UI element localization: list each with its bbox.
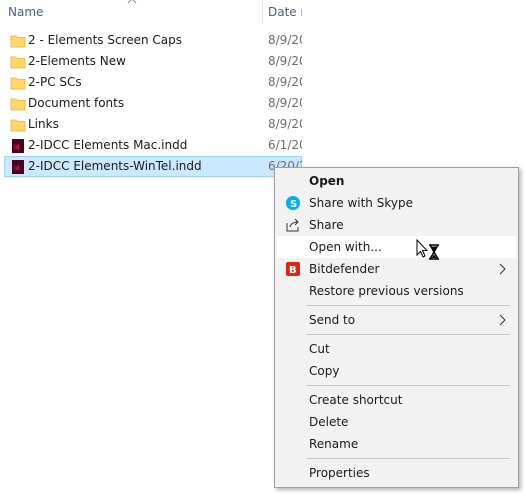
- menu-item-label: Copy: [309, 364, 340, 378]
- folder-icon: [10, 77, 26, 90]
- file-name: 2-IDCC Elements Mac.indd: [28, 138, 188, 152]
- file-date: 8/9/20: [268, 75, 302, 89]
- menu-item-properties[interactable]: Properties: [277, 462, 516, 484]
- file-row[interactable]: Document fonts 8/9/20: [4, 93, 302, 114]
- svg-text:Id: Id: [14, 144, 20, 151]
- file-row[interactable]: Id 2-IDCC Elements Mac.indd 6/1/20: [4, 135, 302, 156]
- menu-item-copy[interactable]: Copy: [277, 360, 516, 382]
- menu-separator: [307, 305, 510, 306]
- menu-item-open[interactable]: Open: [277, 170, 516, 192]
- column-date-header[interactable]: Date m: [268, 5, 302, 19]
- file-name: 2-Elements New: [28, 54, 126, 68]
- indesign-file-icon: Id: [12, 139, 24, 153]
- file-name: 2-IDCC Elements-WinTel.indd: [28, 159, 202, 173]
- menu-item-label: Open: [309, 174, 345, 188]
- menu-item-label: Open with...: [309, 240, 382, 254]
- menu-separator: [307, 334, 510, 335]
- menu-item-label: Create shortcut: [309, 393, 403, 407]
- file-row[interactable]: 2-PC SCs 8/9/20: [4, 72, 302, 93]
- file-date: 6/1/20: [268, 138, 302, 152]
- menu-item-share[interactable]: Share: [277, 214, 516, 236]
- menu-item-label: Delete: [309, 415, 349, 429]
- file-date: 8/9/20: [268, 117, 302, 131]
- menu-item-label: Bitdefender: [309, 262, 380, 276]
- file-row[interactable]: 2-Elements New 8/9/20: [4, 51, 302, 72]
- share-icon: [286, 218, 299, 232]
- menu-item-label: Restore previous versions: [309, 284, 464, 298]
- file-name: Links: [28, 117, 59, 131]
- file-name: 2-PC SCs: [28, 75, 82, 89]
- svg-text:S: S: [290, 199, 297, 210]
- menu-item-create-shortcut[interactable]: Create shortcut: [277, 389, 516, 411]
- svg-text:Id: Id: [14, 165, 20, 172]
- file-date: 8/9/20: [268, 54, 302, 68]
- file-name: 2 - Elements Screen Caps: [28, 33, 183, 47]
- column-header: Name Date m: [0, 0, 302, 24]
- menu-item-send-to[interactable]: Send to: [277, 309, 516, 331]
- menu-item-share-skype[interactable]: S Share with Skype: [277, 192, 516, 214]
- menu-item-label: Share with Skype: [309, 196, 413, 210]
- folder-icon: [10, 119, 26, 132]
- file-row[interactable]: 2 - Elements Screen Caps 8/9/20: [4, 30, 302, 51]
- menu-item-bitdefender[interactable]: B Bitdefender: [277, 258, 516, 280]
- chevron-right-icon: [499, 314, 506, 326]
- bitdefender-icon: B: [286, 262, 300, 276]
- sort-up-icon: [127, 0, 137, 4]
- file-row-selected[interactable]: Id 2-IDCC Elements-WinTel.indd 6/20/2: [4, 156, 302, 177]
- menu-item-label: Rename: [309, 437, 359, 451]
- chevron-right-icon: [499, 263, 506, 275]
- menu-separator: [307, 385, 510, 386]
- menu-item-delete[interactable]: Delete: [277, 411, 516, 433]
- menu-item-open-with[interactable]: Open with...: [277, 236, 516, 258]
- folder-icon: [10, 98, 26, 111]
- column-divider[interactable]: [262, 0, 263, 24]
- busy-cursor-icon: [416, 239, 439, 260]
- menu-item-restore-versions[interactable]: Restore previous versions: [277, 280, 516, 302]
- menu-separator: [307, 458, 510, 459]
- folder-icon: [10, 56, 26, 69]
- menu-item-label: Cut: [309, 342, 330, 356]
- file-date: 8/9/20: [268, 96, 302, 110]
- indesign-file-icon: Id: [12, 160, 24, 174]
- skype-icon: S: [286, 196, 300, 210]
- file-name: Document fonts: [28, 96, 125, 110]
- context-menu: Open S Share with Skype Share Open with.…: [274, 167, 519, 488]
- menu-item-label: Send to: [309, 313, 356, 327]
- column-name-header[interactable]: Name: [8, 5, 43, 19]
- menu-item-label: Share: [309, 218, 344, 232]
- file-row[interactable]: Links 8/9/20: [4, 114, 302, 135]
- folder-icon: [10, 35, 26, 48]
- file-date: 8/9/20: [268, 33, 302, 47]
- menu-item-rename[interactable]: Rename: [277, 433, 516, 455]
- menu-item-cut[interactable]: Cut: [277, 338, 516, 360]
- menu-item-label: Properties: [309, 466, 370, 480]
- svg-text:B: B: [289, 265, 297, 276]
